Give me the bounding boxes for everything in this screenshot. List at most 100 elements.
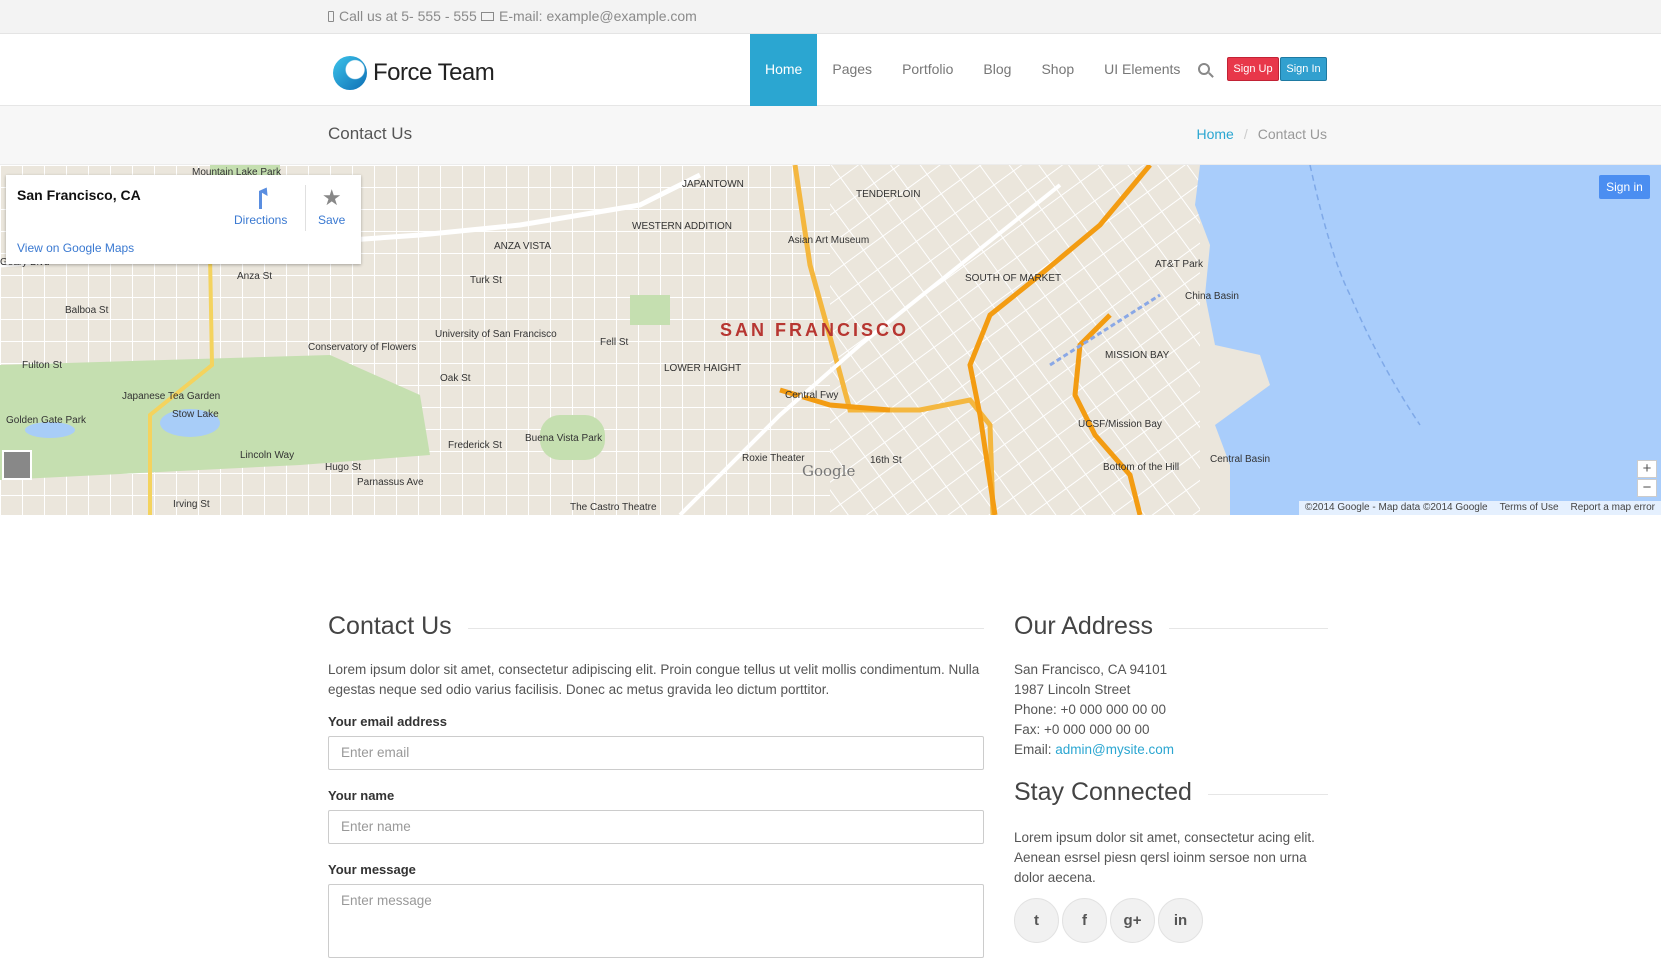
map-label: Fell St: [600, 337, 629, 348]
directions-button[interactable]: Directions: [234, 187, 287, 227]
divider: [305, 185, 306, 231]
breadcrumb-home[interactable]: Home: [1197, 126, 1234, 142]
map-label: Fulton St: [22, 360, 63, 371]
phone-info: Call us at 5- 555 - 555: [328, 8, 477, 24]
place-name: San Francisco, CA: [17, 187, 141, 203]
map-sign-in-button[interactable]: Sign in: [1599, 175, 1650, 199]
terms-link[interactable]: Terms of Use: [1500, 501, 1559, 515]
phone-text: Call us at 5- 555 - 555: [339, 8, 477, 24]
map-label: Central Basin: [1210, 454, 1271, 465]
envelope-icon: [481, 11, 494, 21]
address-heading: Our Address: [1014, 612, 1169, 641]
place-card: San Francisco, CA Directions ★ Save View…: [6, 175, 361, 264]
map-label: Hugo St: [325, 462, 362, 473]
nav-pages[interactable]: Pages: [817, 34, 887, 106]
map-label: The Castro Theatre: [570, 502, 657, 513]
contact-intro: Lorem ipsum dolor sit amet, consectetur …: [328, 662, 980, 697]
stay-connected-text: Lorem ipsum dolor sit amet, consectetur …: [1014, 830, 1315, 885]
nav-ui-elements[interactable]: UI Elements: [1089, 34, 1195, 106]
breadcrumb-current: Contact Us: [1257, 126, 1327, 142]
city-label: SAN FRANCISCO: [720, 320, 910, 340]
email-text: E-mail: example@example.com: [499, 8, 697, 24]
street-view-thumbnail[interactable]: [2, 450, 32, 480]
linkedin-icon[interactable]: in: [1158, 898, 1203, 943]
map-label: ANZA VISTA: [494, 241, 552, 252]
address-line: San Francisco, CA 94101: [1014, 662, 1168, 677]
map-label: WESTERN ADDITION: [632, 221, 733, 232]
fax-line: Fax: +0 000 000 00 00: [1014, 722, 1150, 737]
map-label: Balboa St: [65, 305, 109, 316]
map-label: Frederick St: [448, 440, 502, 451]
map-label: Irving St: [173, 499, 210, 510]
email-label: Your email address: [328, 714, 447, 729]
message-label: Your message: [328, 862, 416, 877]
map-label: SOUTH OF MARKET: [965, 273, 1062, 284]
email-field[interactable]: Enter email: [328, 736, 984, 770]
logo-icon: [333, 56, 367, 90]
zoom-in-button[interactable]: +: [1637, 460, 1657, 478]
sign-in-button[interactable]: Sign In: [1280, 57, 1327, 81]
map-label: MISSION BAY: [1105, 350, 1170, 361]
email-line: Email: admin@mysite.com: [1014, 742, 1174, 757]
map-label: 16th St: [870, 455, 902, 466]
address-line: 1987 Lincoln Street: [1014, 682, 1131, 697]
twitter-icon[interactable]: t: [1014, 898, 1059, 943]
google-plus-icon[interactable]: g+: [1110, 898, 1155, 943]
google-logo: Google: [802, 462, 856, 480]
nav-portfolio[interactable]: Portfolio: [887, 34, 968, 106]
message-field[interactable]: Enter message: [328, 884, 984, 958]
breadcrumb: Home / Contact Us: [1197, 126, 1328, 142]
directions-icon: [252, 187, 270, 209]
breadcrumb-separator: /: [1243, 126, 1248, 142]
star-icon: ★: [321, 185, 342, 210]
site-header: Force Team Home Pages Portfolio Blog Sho…: [0, 34, 1661, 106]
logo[interactable]: Force Team: [333, 56, 495, 90]
map-label: UCSF/Mission Bay: [1078, 419, 1162, 430]
sign-up-button[interactable]: Sign Up: [1227, 57, 1279, 81]
nav-blog[interactable]: Blog: [968, 34, 1026, 106]
map-label: Bottom of the Hill: [1103, 462, 1180, 473]
map-label: LOWER HAIGHT: [664, 363, 742, 374]
map-label: Stow Lake: [172, 409, 219, 420]
save-button[interactable]: ★ Save: [318, 185, 346, 228]
name-label: Your name: [328, 788, 395, 803]
map-label: Japanese Tea Garden: [122, 391, 221, 402]
zoom-out-button[interactable]: −: [1637, 479, 1657, 497]
map-label: JAPANTOWN: [682, 179, 744, 190]
logo-text: Force Team: [373, 59, 495, 86]
map-label: Parnassus Ave: [357, 477, 424, 488]
search-icon[interactable]: [1198, 63, 1210, 75]
map-label: Conservatory of Flowers: [308, 342, 417, 353]
facebook-icon[interactable]: f: [1062, 898, 1107, 943]
page-title: Contact Us: [328, 124, 413, 143]
page-header: Contact Us Home / Contact Us: [0, 106, 1661, 165]
map-label: Oak St: [440, 373, 471, 384]
map-label: AT&T Park: [1155, 259, 1203, 270]
phone-line: Phone: +0 000 000 00 00: [1014, 702, 1167, 717]
map-label: Roxie Theater: [742, 453, 805, 464]
map-label: Asian Art Museum: [788, 235, 870, 246]
map-label: Lincoln Way: [240, 450, 295, 461]
map-label: Anza St: [237, 271, 273, 282]
nav-shop[interactable]: Shop: [1026, 34, 1089, 106]
name-field[interactable]: Enter name: [328, 810, 984, 844]
google-map[interactable]: Mountain Lake Park Geary Blvd Balboa St …: [0, 165, 1661, 515]
phone-icon: [328, 10, 334, 22]
save-label: Save: [318, 213, 346, 227]
attribution-text: ©2014 Google - Map data ©2014 Google: [1304, 502, 1488, 513]
map-attribution: ©2014 Google - Map data ©2014 Google Ter…: [1298, 501, 1661, 515]
contact-heading: Contact Us: [328, 612, 468, 641]
map-label: Turk St: [470, 275, 502, 286]
map-label: University of San Francisco: [435, 329, 557, 340]
map-label: China Basin: [1185, 291, 1239, 302]
report-link[interactable]: Report a map error: [1571, 501, 1655, 515]
directions-label: Directions: [234, 213, 288, 227]
email-prefix: Email:: [1014, 742, 1052, 757]
main-nav: Home Pages Portfolio Blog Shop UI Elemen…: [750, 34, 1195, 106]
email-info: E-mail: example@example.com: [481, 8, 697, 24]
top-bar: Call us at 5- 555 - 555 E-mail: example@…: [0, 0, 1661, 34]
email-link[interactable]: admin@mysite.com: [1055, 742, 1174, 757]
view-on-google-maps-link[interactable]: View on Google Maps: [17, 241, 134, 255]
nav-home[interactable]: Home: [750, 34, 818, 106]
map-label: Buena Vista Park: [525, 433, 603, 444]
